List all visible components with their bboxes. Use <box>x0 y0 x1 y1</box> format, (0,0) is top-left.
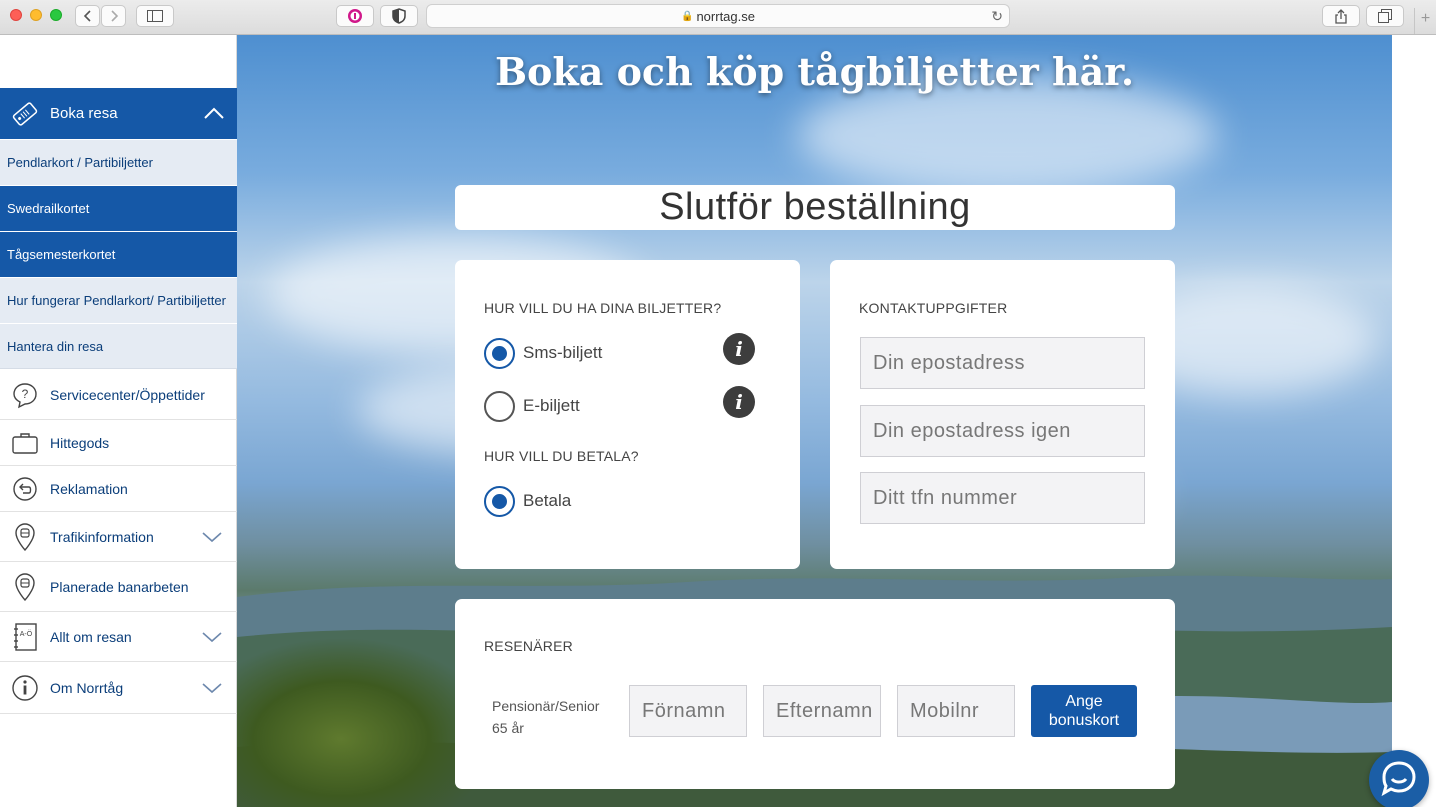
sidebar-item-label: Planerade banarbeten <box>50 578 189 595</box>
info-circle-icon <box>0 674 50 702</box>
close-window-button[interactable] <box>10 9 22 21</box>
chevron-left-icon <box>83 10 91 22</box>
mobile-field[interactable]: Mobilnr <box>897 685 1015 737</box>
pay-label[interactable]: Betala <box>523 491 571 511</box>
sms-ticket-label[interactable]: Sms-biljett <box>523 343 602 363</box>
email-field[interactable]: Din epostadress <box>860 337 1145 389</box>
page-right-margin <box>1392 35 1436 807</box>
sidebar-toggle-button[interactable] <box>136 5 174 27</box>
browser-toolbar: 🔒 norrtag.se ↻ + <box>0 0 1436 35</box>
sms-ticket-radio[interactable] <box>484 338 515 369</box>
sidebar-subitem-label: Hantera din resa <box>7 338 104 354</box>
privacy-extension-button[interactable] <box>380 5 418 27</box>
travelers-heading: RESENÄRER <box>484 638 573 654</box>
tabs-icon <box>1378 9 1392 23</box>
new-tab-button[interactable]: + <box>1414 8 1436 34</box>
chevron-right-icon <box>110 10 118 22</box>
traveler-type-line2: 65 år <box>492 720 524 736</box>
sidebar-nav: Boka resa Pendlarkort / Partibiljetter S… <box>0 35 237 807</box>
chevron-up-icon[interactable] <box>203 102 225 124</box>
zoom-window-button[interactable] <box>50 9 62 21</box>
lastname-field[interactable]: Efternamn <box>763 685 881 737</box>
ticket-delivery-heading: HUR VILL DU HA DINA BILJETTER? <box>484 300 722 316</box>
bonus-card-button-line2: bonuskort <box>1048 712 1120 729</box>
sidebar-header-label: Boka resa <box>50 105 118 122</box>
ticket-delivery-card: HUR VILL DU HA DINA BILJETTER? Sms-bilje… <box>455 260 800 569</box>
sidebar-item-label: Reklamation <box>50 480 128 497</box>
sidebar-item-planerade-banarbeten[interactable]: Planerade banarbeten <box>0 562 237 612</box>
payment-heading: HUR VILL DU BETALA? <box>484 448 639 464</box>
info-icon[interactable]: i <box>723 333 755 365</box>
sidebar-item-label: Allt om resan <box>50 628 132 645</box>
contact-heading: KONTAKTUPPGIFTER <box>859 300 1008 316</box>
sidebar-subitem-label: Swedrailkortet <box>7 201 90 216</box>
sidebar-item-label: Trafikinformation <box>50 528 154 545</box>
sidebar-icon <box>147 10 163 22</box>
firstname-field[interactable]: Förnamn <box>629 685 747 737</box>
sidebar-subitem-hantera-resa[interactable]: Hantera din resa <box>0 323 237 369</box>
chat-bubble-icon <box>1381 761 1416 797</box>
chevron-down-icon[interactable] <box>201 631 223 643</box>
sidebar-item-trafikinformation[interactable]: Trafikinformation <box>0 512 237 562</box>
train-pin-icon <box>0 522 50 552</box>
shield-icon <box>392 8 406 24</box>
sidebar-item-hittegods[interactable]: Hittegods <box>0 420 237 466</box>
email-confirm-field[interactable]: Din epostadress igen <box>860 405 1145 457</box>
sidebar-subitem-label: Hur fungerar Pendlarkort/ Partibiljetter <box>7 293 226 308</box>
return-arrow-icon <box>0 476 50 502</box>
pay-radio[interactable] <box>484 486 515 517</box>
share-icon <box>1335 8 1347 24</box>
traveler-type: Pensionär/Senior 65 år <box>492 695 599 739</box>
travelers-card: RESENÄRER Pensionär/Senior 65 år Förnamn… <box>455 599 1175 789</box>
address-bar[interactable]: 🔒 norrtag.se ↻ <box>426 4 1010 28</box>
sidebar-item-label: Om Norrtåg <box>50 679 124 696</box>
minimize-window-button[interactable] <box>30 9 42 21</box>
sidebar-item-label: Servicecenter/Öppettider <box>50 386 205 403</box>
lock-icon: 🔒 <box>681 10 694 22</box>
briefcase-icon <box>0 431 50 455</box>
train-pin-icon <box>0 572 50 602</box>
url-text: norrtag.se <box>696 8 755 24</box>
ticket-tag-icon <box>0 99 50 129</box>
sidebar-subitem-swedrail[interactable]: Swedrailkortet <box>0 185 237 231</box>
e-ticket-label[interactable]: E-biljett <box>523 396 580 416</box>
question-bubble-icon: ? <box>0 381 50 409</box>
sidebar-subitem-pendlarkort[interactable]: Pendlarkort / Partibiljetter <box>0 139 237 185</box>
sidebar-subitem-tagsemester[interactable]: Tågsemesterkortet <box>0 231 237 277</box>
hero-background: Boka och köp tågbiljetter här. Slutför b… <box>237 35 1392 807</box>
sidebar-item-label: Hittegods <box>50 434 110 451</box>
sidebar-item-boka-resa[interactable]: Boka resa <box>0 88 237 139</box>
sidebar-item-reklamation[interactable]: Reklamation <box>0 466 237 512</box>
checkout-title: Slutför beställning <box>455 185 1175 230</box>
sidebar-item-allt-om-resan[interactable]: A-Ö Allt om resan <box>0 612 237 662</box>
sidebar-item-om-norrtag[interactable]: Om Norrtåg <box>0 662 237 714</box>
chevron-down-icon[interactable] <box>201 682 223 694</box>
bonus-card-button-line1: Ange <box>1065 693 1103 710</box>
phone-field[interactable]: Ditt tfn nummer <box>860 472 1145 524</box>
a-o-book-icon: A-Ö <box>0 622 50 652</box>
e-ticket-radio[interactable] <box>484 391 515 422</box>
back-button[interactable] <box>75 5 100 27</box>
reload-icon[interactable]: ↻ <box>991 8 1003 25</box>
sidebar-subitem-hur-fungerar[interactable]: Hur fungerar Pendlarkort/ Partibiljetter <box>0 277 237 323</box>
sidebar-item-servicecenter[interactable]: ? Servicecenter/Öppettider <box>0 370 237 420</box>
traveler-type-line1: Pensionär/Senior <box>492 698 600 714</box>
password-extension-button[interactable] <box>336 5 374 27</box>
password-manager-icon <box>348 9 362 23</box>
sidebar-subitem-label: Pendlarkort / Partibiljetter <box>7 155 153 170</box>
sidebar-subitem-label: Tågsemesterkortet <box>7 247 116 262</box>
contact-card: KONTAKTUPPGIFTER Din epostadress Din epo… <box>830 260 1175 569</box>
share-button[interactable] <box>1322 5 1360 27</box>
forward-button[interactable] <box>101 5 126 27</box>
chat-button[interactable] <box>1369 750 1429 807</box>
svg-text:?: ? <box>22 387 29 401</box>
info-icon[interactable]: i <box>723 386 755 418</box>
svg-text:A-Ö: A-Ö <box>20 630 33 638</box>
bonus-card-button[interactable]: Ange bonuskort <box>1031 685 1137 737</box>
tabs-overview-button[interactable] <box>1366 5 1404 27</box>
hero-title: Boka och köp tågbiljetter här. <box>494 49 1135 94</box>
chevron-down-icon[interactable] <box>201 531 223 543</box>
